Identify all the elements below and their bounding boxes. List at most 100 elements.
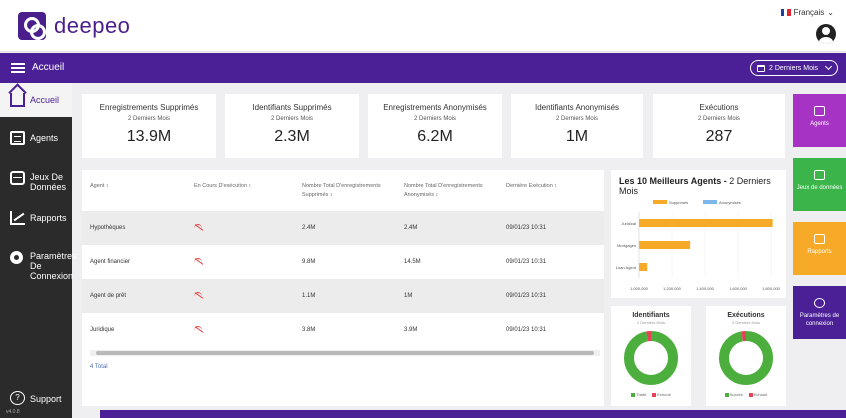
column-header-deleted[interactable]: Nombre Total D'enregistrements Supprimés… (302, 182, 394, 200)
cell-deleted: 1.1M (302, 293, 316, 299)
table-header: Agent ↕ En Cours D'exécution ↕ Nombre To… (82, 170, 604, 210)
column-header-running[interactable]: En Cours D'exécution ↕ (194, 182, 251, 191)
legend-swatch (652, 392, 657, 397)
period-select[interactable]: 2 Derniers Mois (750, 60, 838, 76)
kpi-value: 287 (705, 128, 733, 145)
kpi-subtitle: 2 Derniers Mois (127, 116, 170, 122)
legend-label: Succès (729, 392, 743, 397)
sidebar-item-accueil[interactable]: Accueil (0, 83, 72, 117)
sidebar-item-agents[interactable]: Agents (0, 127, 72, 151)
legend-swatch (703, 200, 717, 204)
app-version: v4.0.8 (6, 409, 20, 415)
chart-icon (814, 234, 825, 244)
sidebar-item-reports[interactable]: Rapports (0, 209, 72, 233)
chevron-down-icon (824, 62, 833, 71)
tile-label: Jeux de données (796, 185, 843, 191)
legend-item[interactable]: Echoué (748, 392, 767, 397)
offline-icon (194, 258, 203, 265)
cell-agent: Hypothèques (90, 225, 126, 231)
column-header-last-run[interactable]: Dernière Exécution ↕ (506, 182, 557, 191)
legend-item[interactable]: Succès (724, 392, 743, 397)
kpi-subtitle: 2 Derniers Mois (555, 116, 598, 122)
tile-datasets[interactable]: Jeux de données (793, 158, 846, 211)
donut-legend: Succès Echoué (706, 392, 786, 397)
kpi-value: 1M (565, 128, 589, 145)
legend-label: Echoué (657, 392, 671, 397)
legend-label: Supprimés (669, 200, 688, 205)
table-row[interactable]: Hypothèques 2.4M 2.4M 09/01/23 10:31 (82, 211, 604, 245)
brand-logo[interactable]: deepeo (18, 12, 130, 40)
scrollbar-thumb[interactable] (96, 351, 594, 355)
y-tick-label: Juridical (621, 221, 636, 226)
tile-label: Rapports (807, 249, 832, 255)
legend-swatch (748, 392, 753, 397)
legend-swatch (724, 392, 729, 397)
hamburger-menu-icon[interactable] (11, 63, 25, 73)
offline-icon (194, 224, 203, 231)
user-account-icon[interactable] (816, 24, 836, 44)
legend-label: Anonymisés (719, 200, 741, 205)
kpi-card-anonymized-records: Enregistrements Anonymisés 2 Derniers Mo… (368, 94, 502, 158)
top-agents-chart-panel: Les 10 Meilleurs Agents - 2 Derniers Moi… (611, 170, 786, 298)
tile-reports[interactable]: Rapports (793, 222, 846, 275)
kpi-subtitle: 2 Derniers Mois (697, 116, 740, 122)
sidebar-item-datasets[interactable]: Jeux De Données (0, 169, 72, 199)
kpi-title: Enregistrements Supprimés (99, 103, 199, 112)
horizontal-scrollbar[interactable] (90, 350, 600, 356)
kpi-card-deleted-records: Enregistrements Supprimés 2 Derniers Moi… (82, 94, 216, 158)
chart-icon (10, 211, 25, 225)
cell-anonymized: 2.4M (404, 225, 418, 231)
support-link[interactable]: ? Support (0, 391, 72, 407)
bar (639, 241, 691, 249)
legend-swatch (653, 200, 667, 204)
tile-agents[interactable]: Agents (793, 94, 846, 147)
kpi-title: Enregistrements Anonymisés (383, 103, 487, 112)
nav-bar: Accueil 2 Derniers Mois (0, 53, 846, 83)
home-icon (10, 93, 25, 107)
cell-last-run: 09/01/23 10:31 (506, 293, 547, 299)
kpi-value: 6.2M (417, 128, 453, 145)
offline-icon (194, 292, 203, 299)
column-header-anonymized[interactable]: Nombre Total D'enregistrements Anonymisé… (404, 182, 496, 200)
sidebar-item-label: Accueil (30, 95, 60, 105)
database-icon (10, 171, 25, 185)
kpi-title: Identifiants Supprimés (252, 103, 332, 112)
top-header: deepeo Français ⌄ (0, 0, 846, 52)
page-title: Accueil (32, 62, 65, 73)
cell-deleted: 3.8M (302, 327, 316, 333)
executions-donut-chart (719, 331, 773, 385)
sidebar: Accueil Agents Jeux De Données Rapports … (0, 83, 77, 418)
table-row[interactable]: Agent de prêt 1.1M 1M 09/01/23 10:31 (82, 279, 604, 313)
kpi-card-anonymized-identifiers: Identifiants Anonymisés 2 Derniers Mois … (511, 94, 643, 158)
database-icon (814, 170, 825, 180)
cell-anonymized: 1M (404, 293, 413, 299)
legend-swatch (631, 392, 636, 397)
kpi-title: Exécutions (699, 103, 739, 112)
kpi-value: 2.3M (274, 128, 310, 145)
cell-deleted: 2.4M (302, 225, 316, 231)
french-flag-icon (780, 9, 791, 16)
legend-item[interactable]: Traité (631, 392, 646, 397)
sidebar-item-connection-settings[interactable]: Paramètres De Connexion (0, 249, 77, 289)
legend-label: Traité (636, 392, 647, 397)
kpi-subtitle: 2 Derniers Mois (413, 116, 456, 122)
support-label: Support (30, 394, 62, 404)
language-selector[interactable]: Français ⌄ (780, 8, 834, 17)
cell-last-run: 09/01/23 10:31 (506, 259, 547, 265)
column-header-agent[interactable]: Agent ↕ (90, 182, 109, 191)
table-row[interactable]: Juridique 3.8M 3.9M 09/01/23 10:31 (82, 313, 604, 347)
tile-connection-settings[interactable]: Paramètres de connexion (793, 286, 846, 339)
top-agents-bar-chart: Supprimés Anonymisés 1,000,000 1,200,000 1,4… (616, 200, 781, 291)
y-tick-label: Mortgages (617, 243, 636, 248)
donut-slice (719, 331, 773, 385)
cell-last-run: 09/01/23 10:31 (506, 225, 547, 231)
cell-agent: Agent financier (90, 259, 131, 265)
table-total: 4 Total (90, 364, 108, 370)
legend-item[interactable]: Echoué (652, 392, 671, 397)
kpi-card-executions: Exécutions 2 Derniers Mois 287 (653, 94, 785, 158)
table-row[interactable]: Agent financier 9.8M 14.5M 09/01/23 10:3… (82, 245, 604, 279)
sidebar-item-label: Rapports (30, 213, 67, 223)
period-select-value: 2 Derniers Mois (769, 64, 819, 72)
y-tick-label: Loan Agent (616, 265, 637, 270)
brand-name: deepeo (54, 13, 131, 38)
